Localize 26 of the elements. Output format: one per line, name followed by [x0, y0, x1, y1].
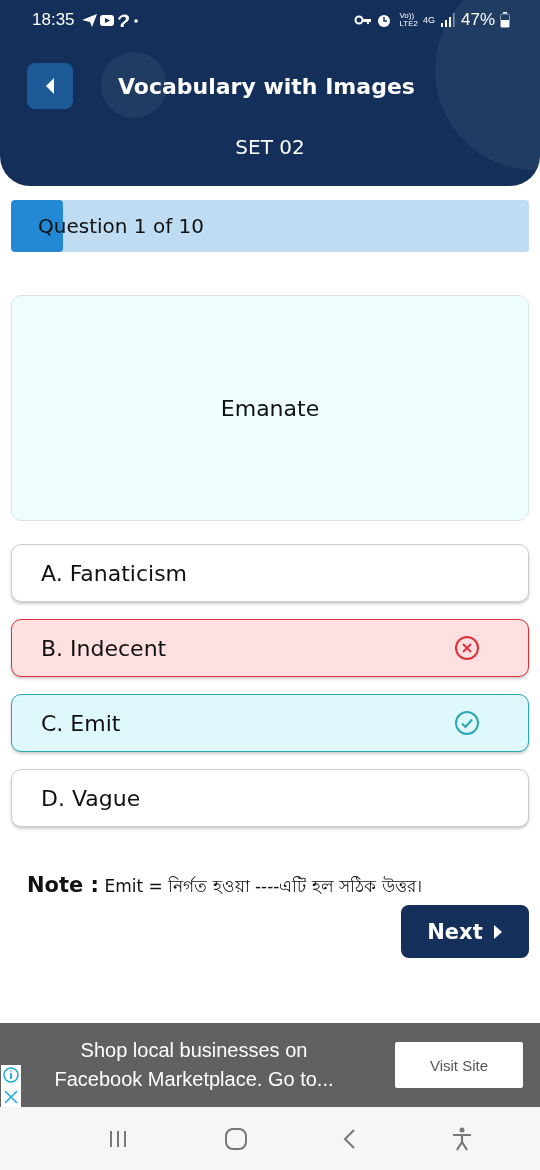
- ad-text: Shop local businesses on Facebook Marketplace. Go to...: [53, 1038, 335, 1092]
- home-icon[interactable]: [223, 1126, 248, 1151]
- answer-option[interactable]: A. Fanaticism: [11, 544, 529, 602]
- back-icon: [44, 77, 56, 95]
- check-icon: [454, 710, 480, 736]
- signal-icon: [439, 12, 456, 28]
- note-text: Note : Emit = নির্গত হওয়া ----এটি হল সঠিক উত্তর।: [27, 873, 423, 899]
- back-button[interactable]: [27, 63, 73, 109]
- answer-option[interactable]: C. Emit: [11, 694, 529, 752]
- ad-choices-icon[interactable]: [1, 1065, 21, 1107]
- answer-option[interactable]: D. Vague: [11, 769, 529, 827]
- next-button[interactable]: Next: [401, 905, 529, 958]
- battery-level: 47%: [460, 10, 495, 30]
- set-label: SET 02: [234, 135, 306, 159]
- data-label: 4G: [422, 15, 435, 25]
- play-icon: [492, 923, 503, 940]
- visit-site-button[interactable]: Visit Site: [395, 1042, 523, 1088]
- answer-option[interactable]: B. Indecent: [11, 619, 529, 677]
- question-word: Emanate: [220, 395, 320, 421]
- wrong-icon: [454, 635, 480, 661]
- back-nav-icon[interactable]: [342, 1127, 357, 1150]
- battery-icon: [500, 12, 510, 28]
- screen-title: Vocabulary with Images: [118, 73, 415, 99]
- accessibility-icon[interactable]: [450, 1126, 473, 1151]
- network-label: Vo)) LTE2: [399, 12, 418, 28]
- status-time: 18:35: [32, 10, 75, 30]
